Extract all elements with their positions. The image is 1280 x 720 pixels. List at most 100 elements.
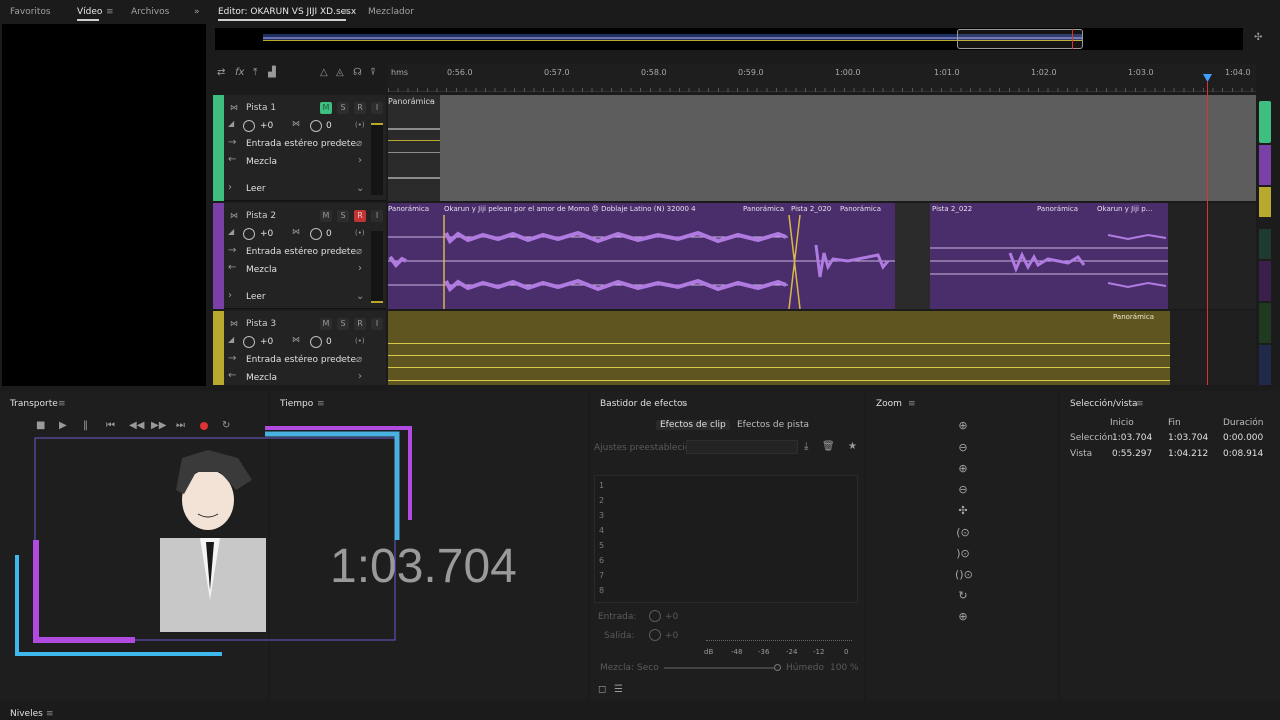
effect-slot[interactable]: 2 (599, 493, 604, 508)
track-name[interactable]: Pista 3 (246, 319, 276, 329)
volume-knob[interactable] (243, 228, 255, 240)
effect-slot[interactable]: 6 (599, 553, 604, 568)
input-monitor-button[interactable]: I (371, 210, 383, 222)
track-2-lane[interactable]: Panorámica Okarun y Jiji pelean por el a… (388, 203, 1256, 309)
favorite-icon[interactable]: ★ (848, 441, 857, 452)
overview-view-range[interactable] (957, 29, 1083, 49)
pan-knob[interactable] (310, 120, 322, 132)
clip-pan-label[interactable]: Panorámica (1113, 313, 1154, 321)
effect-slot[interactable]: 4 (599, 523, 604, 538)
session-overview[interactable] (215, 28, 1243, 50)
track-3-clip[interactable] (388, 311, 1170, 385)
solo-button[interactable]: S (337, 102, 349, 114)
tab-clip-effects[interactable]: Efectos de clip (656, 420, 730, 430)
effect-slot[interactable]: 1 (599, 478, 604, 493)
panel-menu-icon[interactable]: ≡ (58, 399, 66, 409)
panel-menu-icon[interactable]: ≡ (46, 709, 54, 719)
selection-duration-value[interactable]: 0:00.000 (1223, 433, 1263, 443)
input-monitor-button[interactable]: I (371, 102, 383, 114)
zoom-in-amplitude-icon[interactable]: ⊕ (955, 419, 971, 433)
zoom-reset-icon[interactable]: ↻ (955, 589, 971, 603)
input-gain-knob[interactable] (649, 610, 661, 622)
mix-slider[interactable] (664, 664, 781, 671)
expand-icon[interactable]: › (228, 290, 232, 301)
metronome-icon[interactable]: △ (320, 67, 328, 78)
track-1-lane[interactable]: Panorámica ⌄ (388, 95, 1256, 201)
selection-start-value[interactable]: 1:03.704 (1112, 433, 1152, 443)
effect-slot[interactable]: 5 (599, 538, 604, 553)
clip-title[interactable]: Okarun y Jiji pelean por el amor de Momo… (444, 205, 696, 213)
panel-menu-icon[interactable]: ≡ (106, 7, 114, 17)
list-view-icon[interactable]: ☰ (614, 684, 623, 695)
clip-pan-label[interactable]: Panorámica (840, 205, 881, 213)
input-monitor-button[interactable]: I (371, 318, 383, 330)
view-end-value[interactable]: 1:04.212 (1168, 449, 1208, 459)
zoom-vertical-icon[interactable]: ⊕ (955, 610, 971, 624)
power-icon[interactable]: ◻ (598, 684, 606, 695)
solo-button[interactable]: S (337, 318, 349, 330)
loop-icon[interactable]: ◬ (336, 67, 344, 78)
record-button[interactable]: R (354, 210, 366, 222)
clip-title[interactable]: Okarun y Jiji p... (1097, 205, 1152, 213)
clip-pan-label[interactable]: Panorámica (1037, 205, 1078, 213)
pan-knob[interactable] (310, 228, 322, 240)
mute-button[interactable]: M (320, 318, 332, 330)
track-name[interactable]: Pista 1 (246, 103, 276, 113)
view-duration-value[interactable]: 0:08.914 (1223, 449, 1263, 459)
pan-value[interactable]: 0 (326, 337, 332, 347)
zoom-out-time-icon[interactable]: ⊖ (955, 483, 971, 497)
phase-icon[interactable]: ⌀ (356, 354, 362, 365)
pan-value[interactable]: 0 (326, 121, 332, 131)
headphones-icon[interactable]: ☊ (353, 67, 362, 78)
zoom-selection-start-icon[interactable]: (⊙ (955, 526, 971, 540)
tab-mixer[interactable]: Mezclador (368, 7, 414, 17)
panel-menu-icon[interactable]: ≡ (680, 399, 688, 409)
clip-title[interactable]: Pista 2_022 (932, 205, 972, 213)
presets-dropdown[interactable] (686, 440, 798, 454)
vertical-scrollbar[interactable] (1258, 95, 1272, 385)
selection-end-value[interactable]: 1:03.704 (1168, 433, 1208, 443)
view-start-value[interactable]: 0:55.297 (1112, 449, 1152, 459)
marker-icon[interactable]: ⍒ (370, 67, 376, 78)
effect-slot[interactable]: 8 (599, 583, 604, 598)
zoom-to-fit-icon[interactable]: ✣ (1254, 32, 1262, 43)
meter-icon[interactable]: ▟ (268, 67, 276, 78)
tab-track-effects[interactable]: Efectos de pista (737, 420, 809, 430)
pan-knob[interactable] (310, 336, 322, 348)
panel-menu-icon[interactable]: ≡ (317, 399, 325, 409)
volume-value[interactable]: +0 (260, 337, 273, 347)
solo-button[interactable]: S (337, 210, 349, 222)
time-ruler[interactable] (388, 64, 1256, 92)
more-panels-button[interactable]: » (194, 7, 200, 17)
mute-button[interactable]: M (320, 102, 332, 114)
track-name[interactable]: Pista 2 (246, 211, 276, 221)
volume-knob[interactable] (243, 120, 255, 132)
record-button[interactable]: R (354, 102, 366, 114)
volume-knob[interactable] (243, 336, 255, 348)
delete-preset-icon[interactable]: 🗑 (822, 441, 835, 452)
clip-pan-label[interactable]: Panorámica (388, 205, 429, 213)
output-gain-value[interactable]: +0 (665, 631, 678, 641)
eq-icon[interactable]: ⤒ (253, 67, 257, 78)
tab-video[interactable]: Vídeo (77, 7, 102, 17)
input-gain-value[interactable]: +0 (665, 612, 678, 622)
mix-value[interactable]: 100 % (830, 663, 859, 673)
expand-icon[interactable]: › (228, 182, 232, 193)
volume-value[interactable]: +0 (260, 121, 273, 131)
toggle-sends-icon[interactable]: ⇄ (217, 67, 225, 78)
record-button[interactable]: R (354, 318, 366, 330)
save-preset-icon[interactable]: ⤓ (804, 441, 808, 452)
zoom-selection-icon[interactable]: ()⊙ (955, 568, 973, 582)
output-gain-knob[interactable] (649, 629, 661, 641)
track-output-select[interactable]: Mezcla (246, 157, 277, 167)
effects-slot-list[interactable]: 1 2 3 4 5 6 7 8 (594, 475, 858, 603)
tab-files[interactable]: Archivos (131, 7, 169, 17)
fx-icon[interactable]: fx (235, 67, 244, 78)
track-1-clip[interactable] (440, 95, 1256, 201)
zoom-in-time-icon[interactable]: ⊕ (955, 462, 971, 476)
automation-mode-select[interactable]: Leer (246, 292, 266, 302)
zoom-full-icon[interactable]: ✣ (955, 504, 971, 518)
editor-menu-icon[interactable]: ≡ (342, 7, 350, 17)
volume-value[interactable]: +0 (260, 229, 273, 239)
mute-button[interactable]: M (320, 210, 332, 222)
